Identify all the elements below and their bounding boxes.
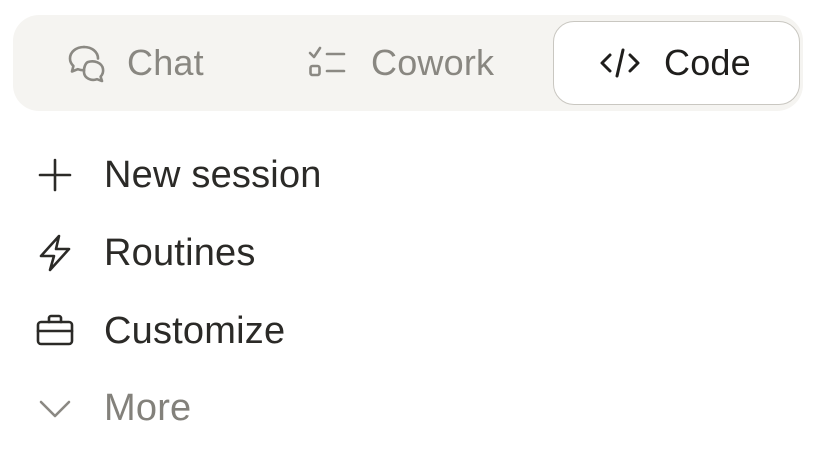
plus-icon [34, 154, 76, 196]
tab-code[interactable]: Code [553, 21, 800, 105]
tab-code-label: Code [664, 42, 751, 83]
customize-item[interactable]: Customize [0, 298, 815, 364]
tab-cowork-label: Cowork [371, 42, 495, 83]
chevron-down-icon [34, 387, 76, 429]
tab-cowork[interactable]: Cowork [306, 15, 494, 111]
more-label: More [104, 386, 192, 429]
mode-switcher: Chat Cowork Code [13, 15, 803, 111]
tab-chat[interactable]: Chat [66, 15, 204, 111]
briefcase-icon [34, 310, 76, 352]
routines-label: Routines [104, 231, 256, 274]
checklist-icon [306, 42, 348, 84]
chat-bubbles-icon [66, 42, 108, 84]
code-brackets-icon [598, 41, 642, 85]
new-session-button[interactable]: New session [0, 142, 815, 208]
customize-label: Customize [104, 309, 286, 352]
tab-chat-label: Chat [127, 42, 204, 83]
routines-item[interactable]: Routines [0, 220, 815, 286]
sidebar-panel: Chat Cowork Code New session Routines Cu… [0, 0, 815, 466]
more-toggle[interactable]: More [0, 375, 815, 441]
new-session-label: New session [104, 153, 322, 196]
lightning-icon [34, 232, 76, 274]
